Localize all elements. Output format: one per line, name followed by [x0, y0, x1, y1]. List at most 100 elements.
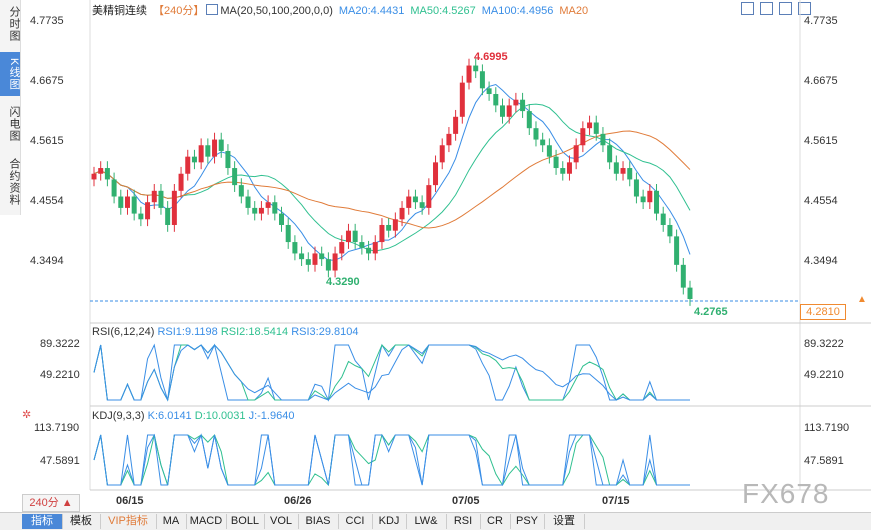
- price-tick-left: 4.6675: [30, 75, 64, 87]
- candle-body: [627, 168, 633, 180]
- tab-boll[interactable]: BOLL: [226, 514, 265, 529]
- rsi-tick-left: 89.3222: [40, 338, 80, 350]
- candle-body: [680, 264, 686, 288]
- candle-body: [91, 173, 97, 180]
- candle-body: [466, 65, 472, 83]
- candle-body: [499, 105, 505, 117]
- candle-body: [151, 190, 157, 203]
- candle-body: [111, 179, 117, 197]
- tab-vol[interactable]: VOL: [264, 514, 299, 529]
- candle-body: [138, 213, 144, 220]
- date-tick: 06/26: [284, 495, 312, 507]
- candle-body: [191, 156, 197, 163]
- scroll-up-icon[interactable]: ▲: [857, 294, 867, 305]
- price-tick-left: 4.7735: [30, 15, 64, 27]
- candle-body: [104, 168, 110, 180]
- candle-body: [533, 128, 539, 140]
- candle-body: [674, 236, 680, 265]
- candle-body: [359, 242, 365, 248]
- candle-body: [412, 196, 418, 203]
- candle-body: [687, 287, 693, 300]
- rsi3-line: [93, 344, 690, 402]
- candle-body: [225, 150, 231, 169]
- date-tick: 06/15: [116, 495, 144, 507]
- candle-body: [332, 253, 338, 271]
- high-annotation: 4.6995: [474, 51, 508, 63]
- candle-body: [145, 202, 151, 220]
- candle-body: [366, 247, 372, 254]
- candle-body: [439, 145, 445, 163]
- candle-body: [526, 111, 532, 129]
- candle-body: [279, 213, 285, 225]
- candle-body: [218, 139, 224, 151]
- rsi-tick-right: 89.3222: [804, 338, 844, 350]
- ma20-line: [93, 83, 691, 261]
- candle-body: [325, 259, 331, 271]
- price-tick-right: 4.6675: [804, 75, 838, 87]
- tab-cr[interactable]: CR: [480, 514, 511, 529]
- candle-body: [212, 139, 218, 157]
- candle-body: [546, 145, 552, 157]
- candle-body: [520, 99, 526, 112]
- candle-body: [613, 162, 619, 174]
- tab-kdj[interactable]: KDJ: [372, 514, 407, 529]
- tab-vip-indicators[interactable]: VIP指标: [100, 514, 157, 529]
- candle-body: [459, 82, 465, 117]
- kdj-tick-left: 113.7190: [34, 422, 80, 434]
- candle-body: [386, 224, 392, 231]
- candle-body: [131, 196, 137, 214]
- candle-body: [285, 224, 291, 243]
- candle-body: [607, 145, 613, 163]
- rsi1-value: RSI1:9.1198: [157, 326, 218, 338]
- tab-cci[interactable]: CCI: [338, 514, 373, 529]
- tab-rsi[interactable]: RSI: [446, 514, 481, 529]
- price-tick-left: 4.3494: [30, 255, 64, 267]
- candle-body: [593, 122, 599, 134]
- candle-body: [446, 133, 452, 146]
- candle-body: [566, 162, 572, 174]
- date-tick: 07/05: [452, 495, 480, 507]
- candle-body: [305, 259, 311, 265]
- candle-body: [513, 99, 519, 106]
- candle-body: [486, 88, 492, 95]
- low-annotation: 4.3290: [326, 276, 360, 288]
- tab-ma[interactable]: MA: [156, 514, 187, 529]
- candle-body: [560, 168, 566, 174]
- candle-body: [379, 224, 385, 243]
- candle-body: [299, 253, 305, 260]
- candle-body: [319, 253, 325, 260]
- candle-body: [265, 202, 271, 208]
- tab-settings[interactable]: 设置: [544, 514, 585, 529]
- tab-psy[interactable]: PSY: [510, 514, 545, 529]
- settings-gear-icon[interactable]: ✲: [22, 408, 31, 421]
- candle-body: [553, 156, 559, 169]
- candle-body: [165, 207, 171, 225]
- candle-body: [600, 133, 606, 146]
- candle-body: [647, 190, 653, 203]
- candle-body: [124, 196, 130, 208]
- rsi1-line: [93, 343, 690, 402]
- chart-area: [89, 0, 871, 491]
- candle-body: [419, 202, 425, 208]
- candle-body: [426, 185, 432, 208]
- kdj-legend: KDJ(9,3,3) K:6.0141 D:10.0031 J:-1.9640: [92, 410, 294, 422]
- candle-body: [399, 207, 405, 220]
- candle-body: [352, 230, 358, 243]
- candle-body: [185, 156, 191, 174]
- last-price-tag: 4.2810: [800, 304, 846, 320]
- tab-bias[interactable]: BIAS: [298, 514, 339, 529]
- kdj-title: KDJ(9,3,3): [92, 410, 145, 422]
- tab-macd[interactable]: MACD: [186, 514, 227, 529]
- period-selector[interactable]: 240分 ▲: [22, 494, 80, 512]
- tab-templates[interactable]: 模板: [62, 514, 101, 529]
- candle-body: [540, 139, 546, 146]
- candle-body: [580, 128, 586, 146]
- candle-body: [506, 105, 512, 117]
- candle-body: [339, 242, 345, 254]
- price-tick-right: 4.3494: [804, 255, 838, 267]
- candle-body: [252, 207, 258, 214]
- indicator-tab-bar: 指标 模板 VIP指标 MA MACD BOLL VOL BIAS CCI KD…: [0, 512, 871, 530]
- candle-body: [245, 196, 251, 208]
- tab-lwr[interactable]: LW&: [406, 514, 447, 529]
- tab-indicators[interactable]: 指标: [22, 514, 63, 529]
